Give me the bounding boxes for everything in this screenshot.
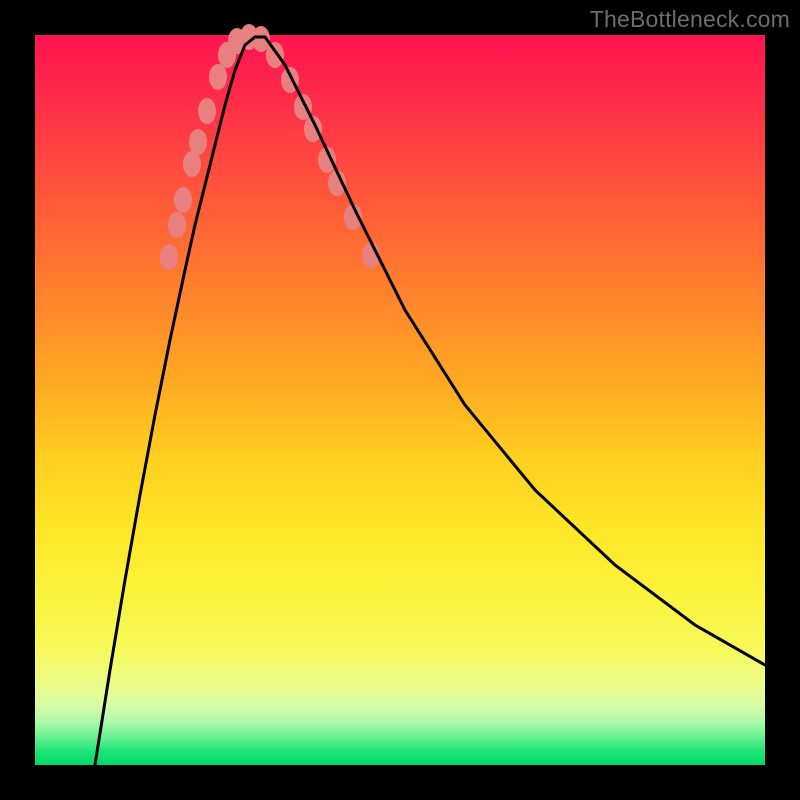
chart-frame: TheBottleneck.com <box>0 0 800 800</box>
data-marker <box>189 129 207 155</box>
data-marker <box>209 64 227 90</box>
data-marker <box>160 244 178 270</box>
data-marker <box>198 98 216 124</box>
chart-svg <box>35 35 765 765</box>
data-marker <box>168 212 186 238</box>
data-marker <box>174 187 192 213</box>
data-marker <box>266 42 284 68</box>
watermark-text: TheBottleneck.com <box>590 6 790 33</box>
